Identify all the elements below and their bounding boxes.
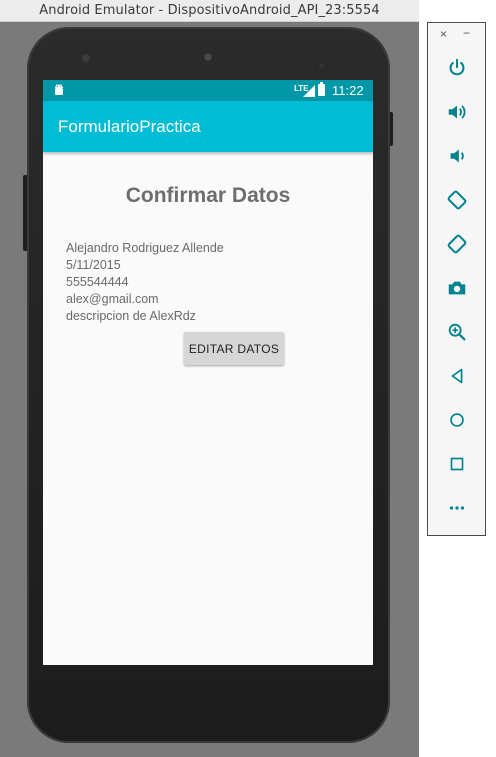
- emulator-window: Android Emulator - DispositivoAndroid_AP…: [0, 0, 419, 757]
- battery-icon: [318, 82, 325, 96]
- rotate-left-icon: [447, 190, 467, 210]
- toolbar-minimize-button[interactable]: −: [463, 26, 470, 40]
- volume-up-button[interactable]: [442, 97, 472, 127]
- page-title: Confirmar Datos: [125, 184, 291, 207]
- more-icon: [449, 506, 465, 510]
- screenshot-button[interactable]: [442, 273, 472, 303]
- window-title: Android Emulator - DispositivoAndroid_AP…: [0, 0, 419, 22]
- volume-down-button[interactable]: [442, 141, 472, 171]
- device-screen: LTE 11:22 FormularioPractica Confirmar D…: [43, 80, 373, 665]
- edit-data-button[interactable]: EDITAR DATOS: [184, 332, 284, 365]
- home-icon: [450, 413, 464, 427]
- proximity-sensor: [319, 55, 335, 86]
- front-camera: [82, 54, 90, 62]
- detail-phone: 555544444: [66, 275, 129, 289]
- app-title: FormularioPractica: [58, 117, 201, 136]
- signal-icon: [303, 85, 315, 97]
- detail-date: 5/11/2015: [66, 258, 121, 272]
- rotate-right-icon: [447, 234, 467, 254]
- back-button[interactable]: [442, 361, 472, 391]
- overview-button[interactable]: [442, 449, 472, 479]
- overview-icon: [450, 457, 464, 471]
- power-button[interactable]: [442, 53, 472, 83]
- details-list: Alejandro Rodriguez Allende 5/11/2015 55…: [66, 240, 224, 325]
- detail-email: alex@gmail.com: [66, 292, 159, 306]
- app-bar: FormularioPractica: [43, 101, 373, 152]
- emulator-toolbar: × −: [427, 22, 486, 536]
- zoom-button[interactable]: [442, 317, 472, 347]
- clock: 11:22: [332, 83, 364, 98]
- rotate-right-button[interactable]: [442, 229, 472, 259]
- android-notification-icon: [55, 84, 63, 95]
- home-button[interactable]: [442, 405, 472, 435]
- rotate-left-button[interactable]: [442, 185, 472, 215]
- earpiece-speaker: [198, 47, 218, 67]
- volume-up-icon: [448, 105, 466, 119]
- zoom-icon: [448, 323, 466, 341]
- back-icon: [451, 368, 463, 384]
- power-icon: [449, 58, 465, 76]
- detail-name: Alejandro Rodriguez Allende: [66, 241, 224, 255]
- camera-icon: [448, 281, 466, 295]
- toolbar-close-button[interactable]: ×: [440, 27, 447, 41]
- detail-description: descripcion de AlexRdz: [66, 309, 196, 323]
- volume-down-icon: [450, 149, 464, 163]
- status-bar: LTE 11:22: [43, 80, 373, 101]
- more-button[interactable]: [442, 493, 472, 523]
